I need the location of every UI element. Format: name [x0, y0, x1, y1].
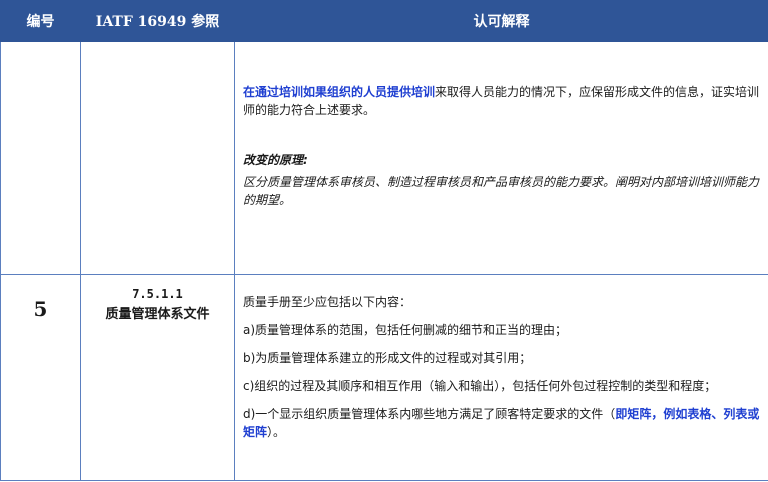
table-row: 5 7.5.1.1 质量管理体系文件 质量手册至少应包括以下内容： a)质量管理…: [0, 274, 768, 481]
row1-interpretation-cell: 在通过培训如果组织的人员提供培训来取得人员能力的情况下，应保留形成文件的信息，证…: [234, 41, 768, 275]
row2-interpretation-cell: 质量手册至少应包括以下内容： a)质量管理体系的范围，包括任何删减的细节和正当的…: [234, 274, 768, 481]
item-d-text: d)一个显示组织质量管理体系内哪些地方满足了顾客特定要求的文件（: [243, 407, 616, 421]
clause-code: 7.5.1.1: [132, 287, 183, 301]
row-number: 5: [33, 297, 48, 321]
row2-reference-cell: 7.5.1.1 质量管理体系文件: [80, 274, 235, 481]
row1-reference-cell: [80, 41, 235, 275]
header-interpretation: 认可解释: [234, 0, 768, 42]
clause-title: 质量管理体系文件: [105, 307, 210, 322]
row2-number-cell: 5: [0, 274, 81, 481]
rationale-title: 改变的原理:: [243, 153, 308, 167]
list-item-c: c)组织的过程及其顺序和相互作用（输入和输出），包括任何外包过程控制的类型和程度…: [243, 379, 717, 393]
header-row: 编号 IATF 16949 参照 认可解释: [0, 0, 768, 42]
row1-number-cell: [0, 41, 81, 275]
interpretation-table: 编号 IATF 16949 参照 认可解释 在通过培训如果组织的人员提供培训来取…: [0, 0, 768, 481]
manual-intro: 质量手册至少应包括以下内容：: [243, 295, 412, 309]
item-d-end: ）。: [267, 425, 286, 439]
rationale-body: 区分质量管理体系审核员、制造过程审核员和产品审核员的能力要求。阐明对内部培训培训…: [243, 175, 760, 207]
header-number: 编号: [0, 0, 81, 42]
list-item-a: a)质量管理体系的范围，包括任何删减的细节和正当的理由；: [243, 323, 568, 337]
table-row: 在通过培训如果组织的人员提供培训来取得人员能力的情况下，应保留形成文件的信息，证…: [0, 41, 768, 275]
list-item-b: b)为质量管理体系建立的形成文件的过程或对其引用；: [243, 351, 532, 365]
training-paragraph: 在通过培训如果组织的人员提供培训来取得人员能力的情况下，应保留形成文件的信息，证…: [243, 83, 760, 119]
header-reference: IATF 16949 参照: [80, 0, 235, 42]
highlight-text: 在通过培训如果组织的人员提供培训: [243, 85, 436, 99]
list-item-d: d)一个显示组织质量管理体系内哪些地方满足了顾客特定要求的文件（即矩阵，例如表格…: [243, 405, 760, 441]
